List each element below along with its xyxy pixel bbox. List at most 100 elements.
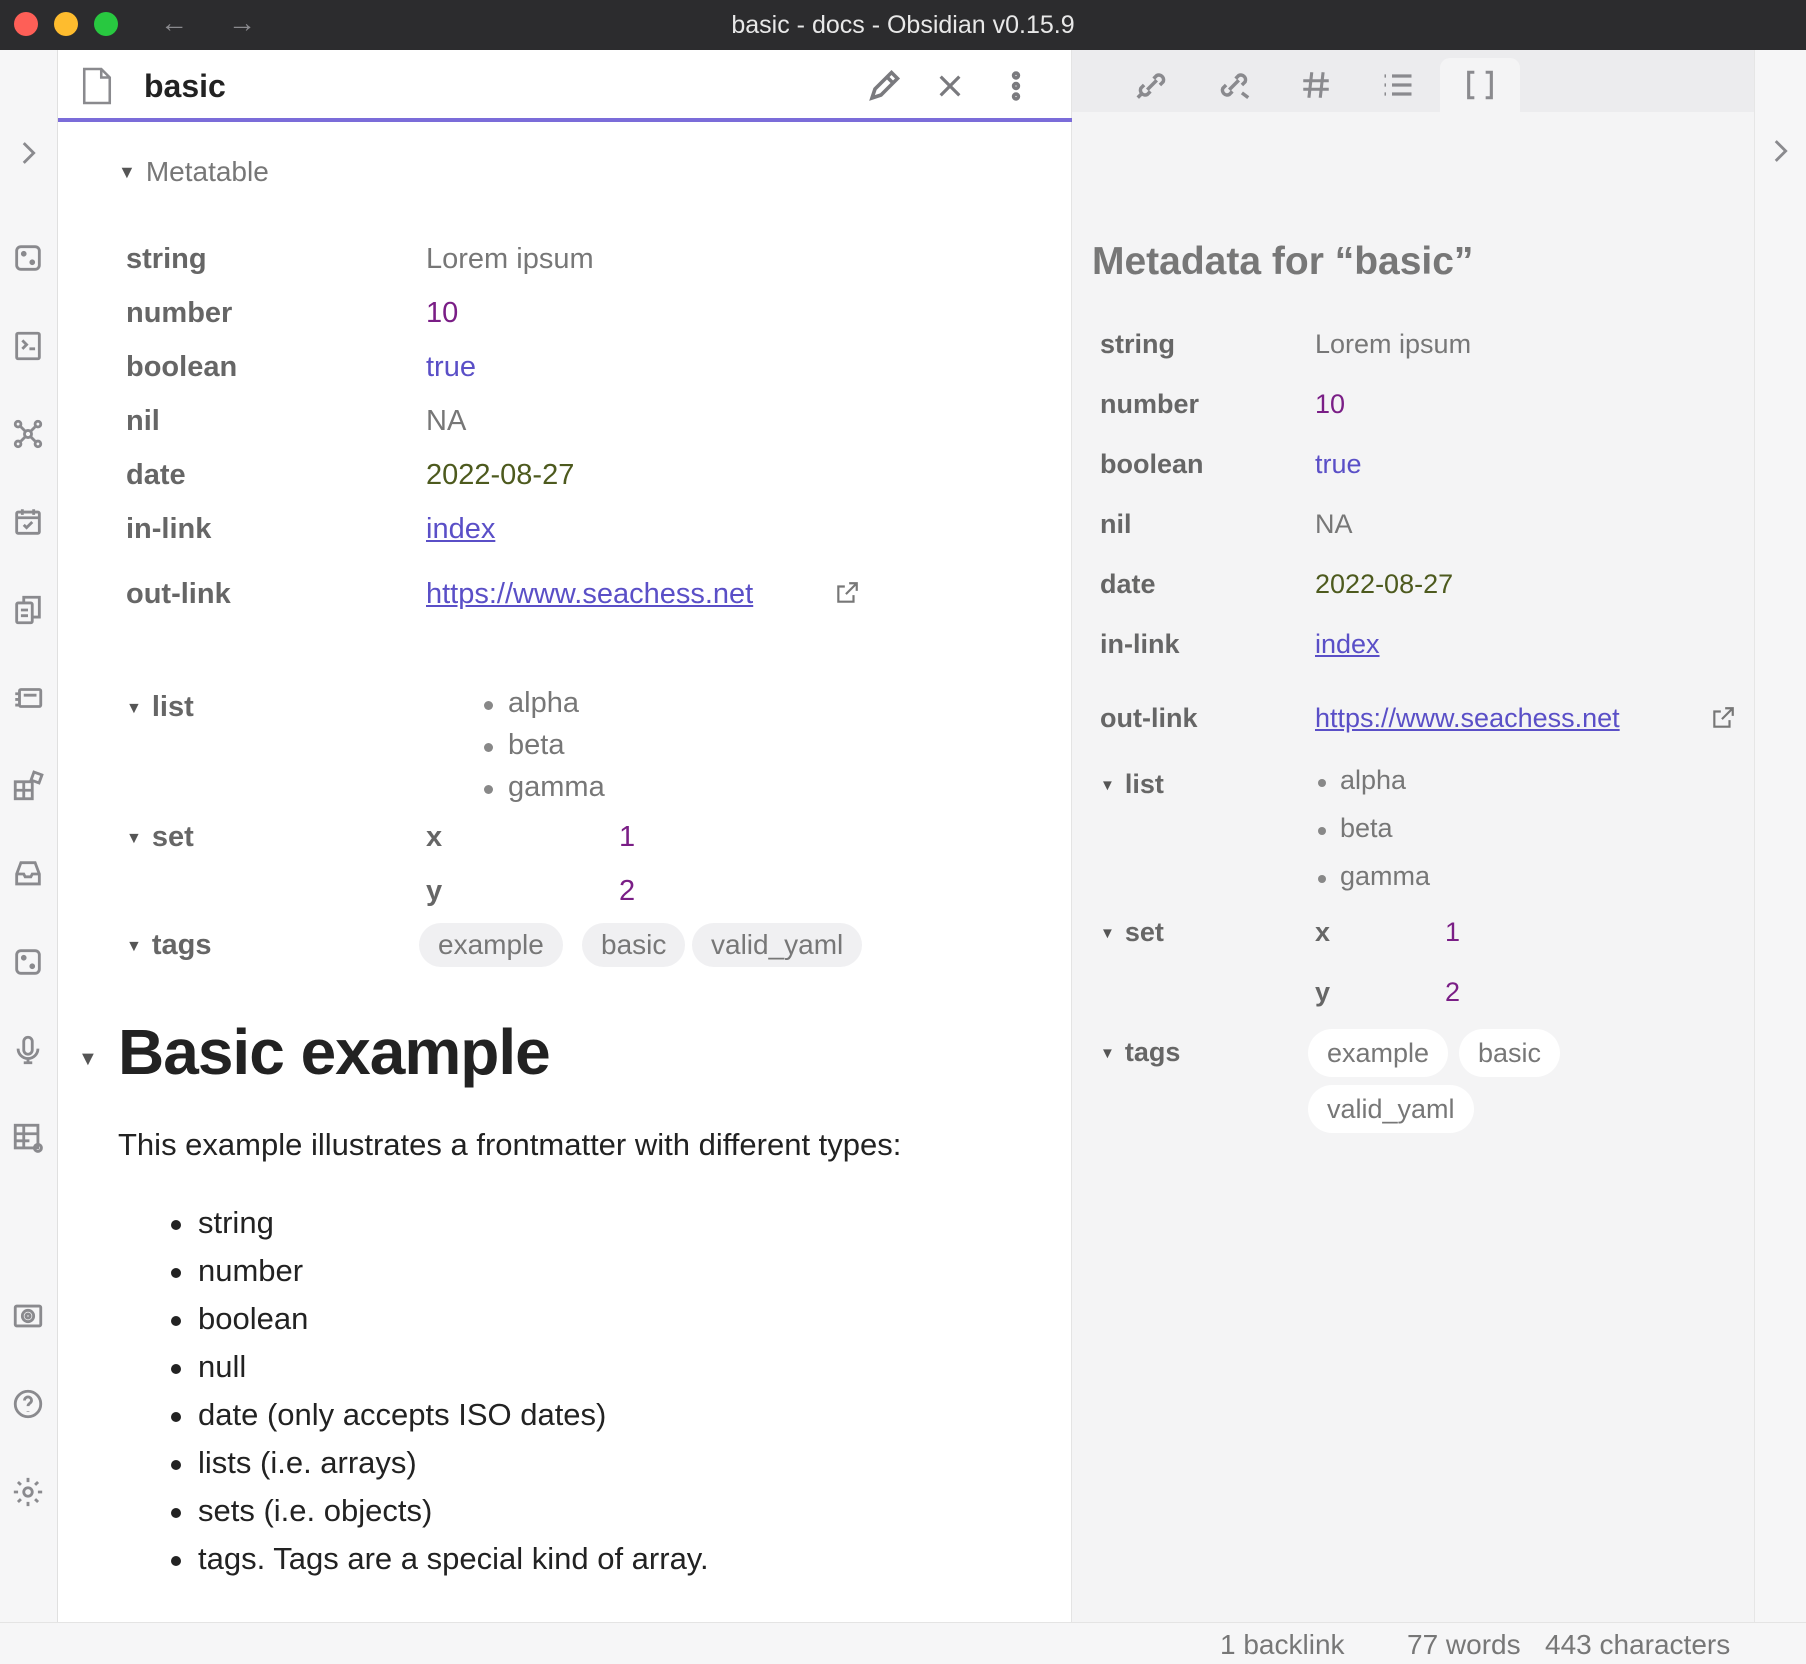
- table-settings-icon[interactable]: [10, 1120, 46, 1156]
- set-value: 1: [1445, 917, 1461, 947]
- vault-icon[interactable]: [10, 1298, 46, 1334]
- list-item: gamma: [1317, 861, 1431, 891]
- external-link[interactable]: https://www.seachess.net: [426, 578, 753, 611]
- right-ribbon: [1754, 50, 1806, 1622]
- tag-pill[interactable]: basic: [1459, 1029, 1561, 1077]
- meta-key: nil: [1100, 509, 1132, 539]
- chevron-right-icon[interactable]: [1763, 134, 1799, 170]
- tag-pill[interactable]: example: [419, 923, 563, 967]
- meta-key[interactable]: ▼ set: [1100, 917, 1164, 948]
- tag-pill[interactable]: valid_yaml: [692, 923, 863, 967]
- collapse-triangle-icon[interactable]: ▼: [1100, 925, 1115, 942]
- list-item: tags. Tags are a special kind of array.: [171, 1541, 709, 1576]
- meta-value: NA: [1315, 509, 1353, 539]
- command-palette-icon[interactable]: [10, 328, 46, 364]
- microphone-icon[interactable]: [10, 1032, 46, 1068]
- meta-key: boolean: [126, 351, 238, 383]
- help-icon[interactable]: [10, 1386, 46, 1422]
- dice-icon[interactable]: [10, 240, 46, 276]
- paragraph: This example illustrates a frontmatter w…: [118, 1127, 902, 1162]
- list-item: gamma: [484, 771, 605, 803]
- settings-icon[interactable]: [10, 1474, 46, 1510]
- tag-pill[interactable]: basic: [582, 923, 686, 967]
- meta-key[interactable]: ▼ tags: [1100, 1037, 1180, 1068]
- internal-link[interactable]: index: [1315, 629, 1380, 660]
- left-ribbon: [0, 50, 58, 1622]
- panel-title: Metadata for “basic”: [1092, 240, 1474, 283]
- collapse-triangle-icon[interactable]: ▼: [126, 700, 142, 718]
- slides-icon[interactable]: [10, 680, 46, 716]
- set-key: y: [1315, 977, 1331, 1007]
- meta-value: Lorem ipsum: [426, 243, 594, 275]
- list-item: number: [170, 1253, 304, 1288]
- meta-key: in-link: [1100, 629, 1180, 659]
- meta-key: number: [1100, 389, 1200, 419]
- meta-value: 10: [426, 297, 459, 329]
- meta-key[interactable]: ▼ list: [1100, 769, 1164, 800]
- backlinks-icon[interactable]: [1112, 58, 1192, 112]
- set-key: y: [426, 875, 443, 907]
- meta-key[interactable]: ▼ set: [126, 821, 194, 854]
- meta-key: date: [126, 459, 186, 491]
- meta-value: NA: [426, 405, 467, 437]
- outgoing-links-icon[interactable]: [1194, 58, 1274, 112]
- window-title: basic - docs - Obsidian v0.15.9: [731, 11, 1075, 39]
- view-title[interactable]: basic: [144, 68, 226, 105]
- list-item: null: [170, 1349, 247, 1384]
- view-header: basic: [58, 50, 1072, 122]
- file-icon: [80, 66, 114, 111]
- meta-key: number: [126, 297, 233, 329]
- external-link-icon: [1710, 705, 1736, 738]
- meta-key[interactable]: ▼ tags: [126, 929, 211, 962]
- internal-link[interactable]: index: [426, 513, 495, 546]
- list-item: beta: [1318, 813, 1393, 843]
- editor-pane: basic ▼ Metatable string Lorem ipsum numb…: [58, 50, 1072, 1622]
- meta-value: true: [1315, 449, 1362, 479]
- tag-pill[interactable]: example: [1308, 1029, 1449, 1077]
- collapse-triangle-icon[interactable]: ▼: [126, 938, 142, 956]
- meta-key[interactable]: ▼ list: [126, 691, 194, 724]
- meta-value: Lorem ipsum: [1315, 329, 1472, 359]
- meta-key: string: [1100, 329, 1176, 359]
- copy-files-icon[interactable]: [10, 592, 46, 628]
- chevron-right-icon[interactable]: [10, 135, 46, 171]
- set-value: 2: [619, 875, 636, 907]
- backlink-count[interactable]: 1 backlink: [1220, 1629, 1345, 1661]
- meta-key: out-link: [126, 578, 231, 610]
- tags-icon[interactable]: [1276, 58, 1356, 112]
- collapse-triangle-icon[interactable]: ▼: [1100, 777, 1115, 794]
- close-icon[interactable]: [930, 66, 970, 106]
- meta-key: out-link: [1100, 703, 1198, 733]
- heading-collapse-icon[interactable]: ▼: [78, 1048, 98, 1071]
- tag-pill[interactable]: valid_yaml: [1308, 1085, 1474, 1133]
- collapse-triangle-icon[interactable]: ▼: [1100, 1045, 1115, 1062]
- calendar-check-icon[interactable]: [10, 504, 46, 540]
- metadata-icon[interactable]: [1440, 58, 1520, 112]
- status-bar: 1 backlink 77 words 443 characters: [0, 1622, 1806, 1664]
- collapse-triangle-icon[interactable]: ▼: [118, 162, 136, 183]
- collapse-triangle-icon[interactable]: ▼: [126, 830, 142, 848]
- list-item: alpha: [484, 687, 579, 719]
- list-item: date (only accepts ISO dates): [170, 1397, 607, 1432]
- outline-icon[interactable]: [1358, 58, 1438, 112]
- list-item: string: [171, 1205, 274, 1240]
- meta-value: 10: [1315, 389, 1346, 419]
- dice-icon[interactable]: [10, 944, 46, 980]
- metatable-summary[interactable]: ▼ Metatable: [118, 156, 269, 188]
- inbox-icon[interactable]: [10, 856, 46, 892]
- meta-key: nil: [126, 405, 160, 437]
- list-item: lists (i.e. arrays): [171, 1445, 417, 1480]
- external-link[interactable]: https://www.seachess.net: [1315, 703, 1620, 734]
- graph-icon[interactable]: [10, 416, 46, 452]
- meta-value: true: [426, 351, 476, 383]
- meta-value: 2022-08-27: [426, 459, 575, 491]
- set-value: 2: [1445, 977, 1461, 1007]
- list-item: beta: [483, 729, 565, 761]
- more-options-icon[interactable]: [996, 66, 1036, 106]
- right-sidebar: Metadata for “basic” string Lorem ipsum …: [1072, 50, 1754, 1622]
- edit-pencil-icon[interactable]: [864, 66, 904, 106]
- kanban-icon[interactable]: [10, 768, 46, 804]
- list-item: sets (i.e. objects): [170, 1493, 433, 1528]
- character-count: 443 characters: [1545, 1629, 1731, 1660]
- list-item: boolean: [170, 1301, 309, 1336]
